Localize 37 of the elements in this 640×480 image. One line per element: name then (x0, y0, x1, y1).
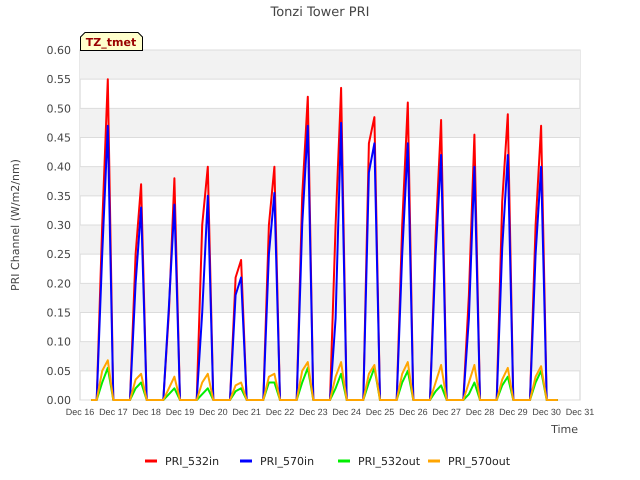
tick-label: 0.45 (46, 132, 71, 144)
tick-label: Dec 25 (366, 407, 394, 417)
tick-label: Dec 26 (399, 407, 428, 417)
tick-label: Dec 30 (532, 407, 561, 417)
legend-label: PRI_570in (260, 455, 314, 468)
tick-label: Dec 29 (499, 407, 528, 417)
tick-label: Dec 24 (332, 407, 361, 417)
tick-label: 0.35 (46, 190, 71, 203)
tick-label: 0.60 (46, 44, 71, 57)
axis-title: PRI Channel (W/m2/nm) (9, 159, 22, 291)
tick-label: Dec 28 (466, 407, 494, 417)
tick-label: Dec 22 (266, 407, 294, 417)
tick-label: 0.40 (46, 160, 71, 174)
tick-label: 0.30 (46, 219, 71, 232)
legend-label: PRI_532in (165, 455, 220, 468)
tick-label: Dec 17 (99, 407, 128, 417)
tick-label: Dec 23 (299, 407, 328, 417)
tick-label: 0.20 (46, 277, 71, 290)
tick-label: 0.00 (46, 394, 71, 407)
tick-label: Dec 20 (199, 407, 228, 417)
tick-label: Dec 31 (566, 407, 594, 417)
axis-title: Time (551, 423, 578, 436)
legend-label: PRI_532out (358, 455, 420, 468)
site-badge: TZ_tmet (80, 32, 143, 51)
tick-label: Dec 19 (166, 407, 194, 417)
chart-title: Tonzi Tower PRI (270, 5, 370, 20)
tick-label: 0.55 (46, 73, 71, 86)
tick-label: 0.10 (46, 336, 71, 349)
tick-label: Dec 27 (432, 407, 461, 417)
tick-label: Dec 21 (232, 407, 261, 417)
tick-label: 0.15 (46, 306, 71, 320)
tick-label: 0.05 (46, 364, 71, 378)
legend-label: PRI_570out (448, 455, 510, 468)
tick-label: 0.50 (46, 102, 71, 116)
tick-label: Dec 16 (66, 407, 94, 417)
tick-label: 0.25 (46, 248, 71, 262)
tick-label: Dec 18 (132, 407, 161, 417)
